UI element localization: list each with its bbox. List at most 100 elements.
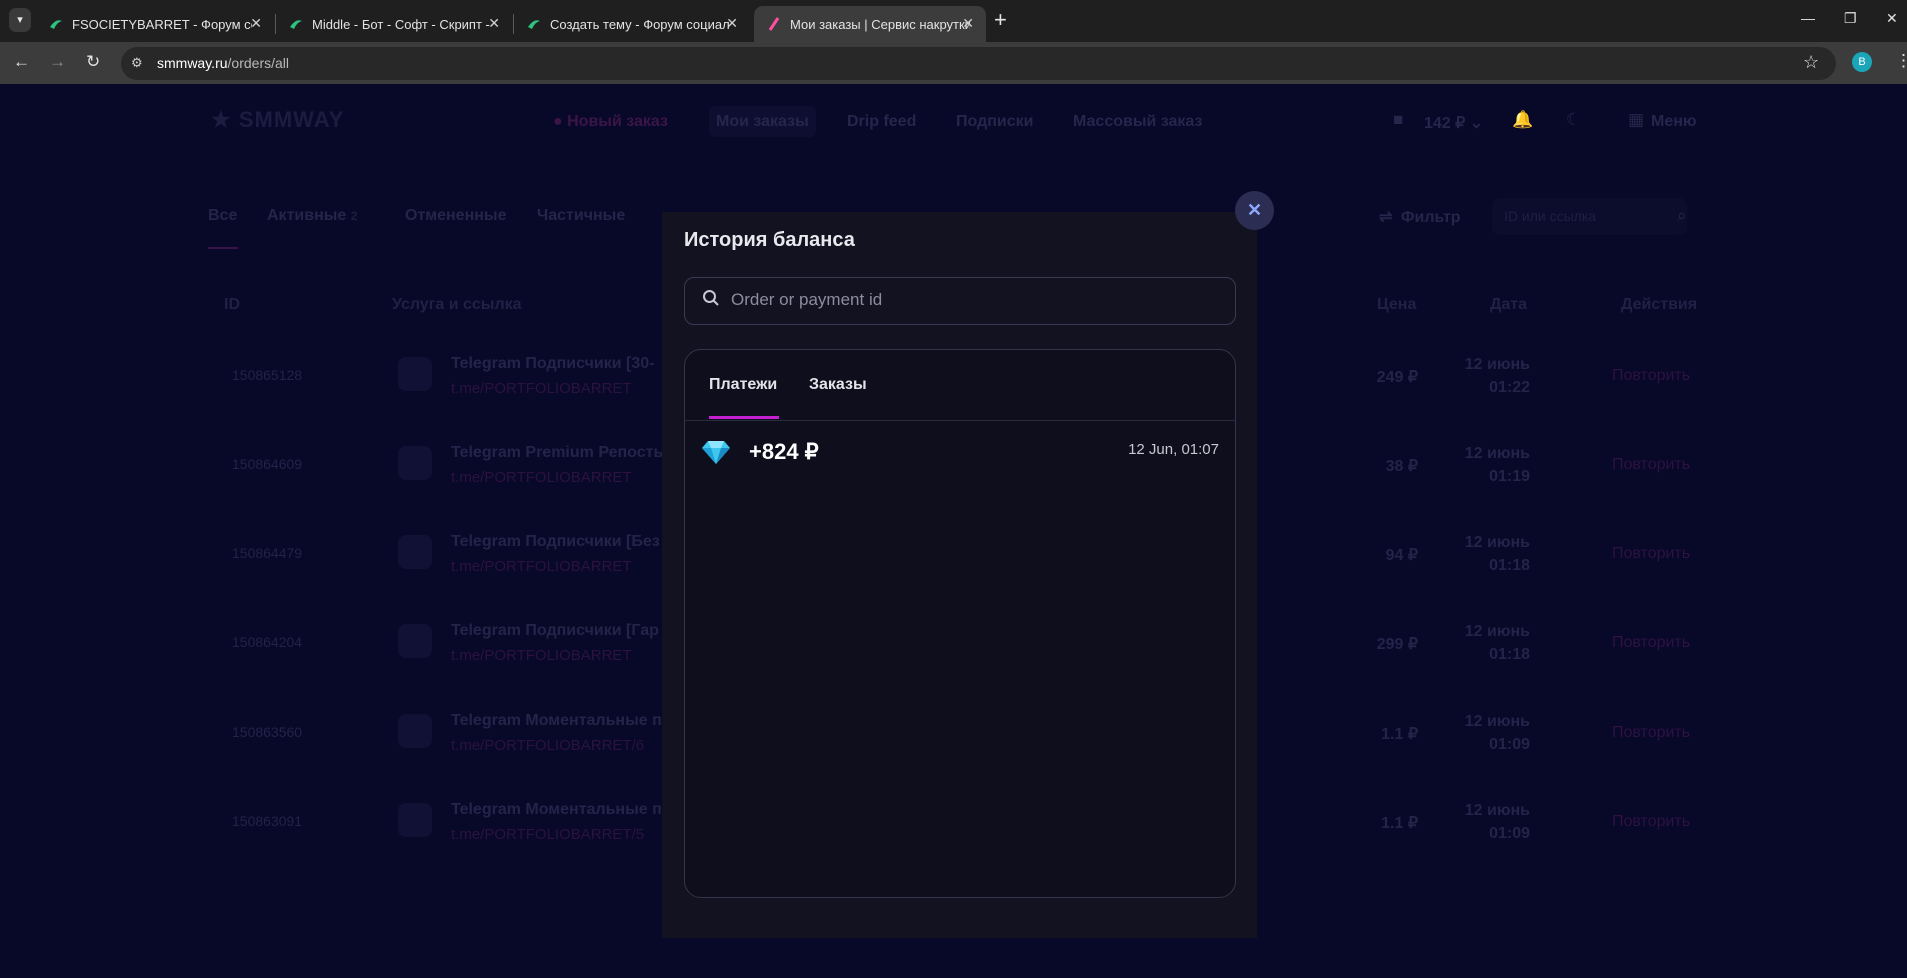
close-window-icon[interactable]: ✕ — [1886, 10, 1898, 27]
order-link[interactable]: t.me/PORTFOLIOBARRET — [451, 469, 632, 486]
tab-title: Мои заказы | Сервис накрутки — [790, 16, 970, 32]
browser-tab-1[interactable]: FSOCIETYBARRET - Форум социальной ✕ — [36, 6, 274, 42]
telegram-icon — [398, 803, 432, 837]
bell-icon[interactable]: 🔔 — [1512, 110, 1533, 130]
col-header-id: ID — [224, 296, 240, 313]
filter-tab-all[interactable]: Все — [208, 207, 237, 225]
order-price: 299 ₽ — [1376, 636, 1418, 653]
history-panel — [684, 349, 1236, 898]
moon-icon[interactable]: ☾ — [1566, 110, 1581, 130]
profile-avatar[interactable]: B — [1852, 52, 1872, 72]
bookmark-star-icon[interactable]: ☆ — [1803, 52, 1819, 73]
balance-display[interactable]: 142 ₽ ⌄ — [1424, 113, 1483, 133]
telegram-icon — [398, 357, 432, 391]
menu-label[interactable]: Меню — [1651, 113, 1697, 131]
order-id: 150865128 — [232, 367, 303, 383]
forum-icon — [288, 16, 304, 32]
order-date: 12 июнь 01:09 — [1464, 713, 1530, 753]
new-tab-icon[interactable]: + — [994, 9, 1007, 31]
minimize-icon[interactable]: — — [1801, 10, 1815, 26]
browser-tab-3[interactable]: Создать тему - Форум социальн ✕ — [514, 6, 750, 42]
filter-button[interactable]: ⇌ Фильтр — [1379, 207, 1461, 227]
order-price: 94 ₽ — [1385, 547, 1418, 564]
site-info-icon[interactable]: ⚙ — [131, 55, 143, 71]
order-price: 1.1 ₽ — [1381, 726, 1418, 743]
close-tab-icon[interactable]: ✕ — [962, 15, 974, 32]
order-link[interactable]: t.me/PORTFOLIOBARRET — [451, 380, 632, 397]
order-title: Telegram Подписчики [Гар — [451, 622, 659, 639]
restore-icon[interactable]: ❐ — [1844, 10, 1857, 27]
repeat-button[interactable]: Повторить — [1612, 724, 1690, 742]
telegram-icon — [398, 714, 432, 748]
col-header-service: Услуга и ссылка — [392, 296, 522, 313]
order-link[interactable]: t.me/PORTFOLIOBARRET — [451, 647, 632, 664]
tab-orders[interactable]: Заказы — [809, 376, 867, 394]
order-date: 12 июнь 01:18 — [1464, 623, 1530, 663]
order-date: 12 июнь 01:19 — [1464, 445, 1530, 485]
nav-mass-order[interactable]: Массовый заказ — [1073, 113, 1202, 131]
close-tab-icon[interactable]: ✕ — [250, 15, 262, 32]
close-icon: ✕ — [1246, 200, 1263, 220]
modal-title: История баланса — [684, 229, 855, 251]
browser-tab-2[interactable]: Middle - Бот - Софт - Скрипт - ✕ — [276, 6, 512, 42]
orders-search-input[interactable]: ID или ссылка — [1492, 198, 1687, 235]
col-header-date: Дата — [1490, 296, 1528, 313]
browser-tab-4-active[interactable]: Мои заказы | Сервис накрутки ✕ — [754, 6, 986, 42]
tab-title: FSOCIETYBARRET - Форум социальной — [72, 16, 252, 32]
url-text[interactable]: smmway.ru/orders/all — [157, 55, 289, 71]
tab-title: Middle - Бот - Софт - Скрипт - — [312, 16, 490, 32]
filter-tab-cancelled[interactable]: Отмененные — [405, 207, 506, 225]
search-icon — [702, 289, 720, 312]
close-tab-icon[interactable]: ✕ — [488, 15, 500, 32]
nav-drip-feed[interactable]: Drip feed — [847, 113, 916, 131]
repeat-button[interactable]: Повторить — [1612, 456, 1690, 474]
repeat-button[interactable]: Повторить — [1612, 367, 1690, 385]
order-id: 150864204 — [232, 634, 303, 650]
order-id: 150864609 — [232, 456, 303, 472]
order-id: 150864479 — [232, 545, 303, 561]
order-id: 150863091 — [232, 813, 303, 829]
repeat-button[interactable]: Повторить — [1612, 813, 1690, 831]
payment-amount: +824 ₽ — [749, 439, 819, 464]
tab-payments[interactable]: Платежи — [709, 376, 777, 394]
active-tab-indicator — [709, 416, 779, 419]
order-price: 38 ₽ — [1385, 458, 1418, 475]
filter-tab-active[interactable]: Активные 2 — [267, 207, 357, 225]
order-link[interactable]: t.me/PORTFOLIOBARRET — [451, 558, 632, 575]
site-logo[interactable]: ★ SMMWAY — [211, 107, 344, 133]
telegram-icon — [398, 535, 432, 569]
close-tab-icon[interactable]: ✕ — [726, 15, 738, 32]
order-title: Telegram Моментальные п — [451, 712, 662, 729]
forward-arrow-icon[interactable]: → — [49, 52, 66, 72]
address-bar[interactable] — [121, 47, 1836, 80]
repeat-button[interactable]: Повторить — [1612, 545, 1690, 563]
payment-date: 12 Jun, 01:07 — [1128, 441, 1219, 458]
telegram-icon — [398, 624, 432, 658]
order-title: Telegram Моментальные п — [451, 801, 662, 818]
forum-icon — [526, 16, 542, 32]
repeat-button[interactable]: Повторить — [1612, 634, 1690, 652]
filter-tab-partial[interactable]: Частичные — [537, 207, 625, 225]
nav-subscriptions[interactable]: Подписки — [956, 113, 1033, 131]
search-placeholder: Order or payment id — [731, 290, 883, 309]
telegram-premium-icon — [398, 446, 432, 480]
wallet-icon: ■ — [1393, 110, 1404, 129]
tab-search-icon[interactable]: ▾ — [9, 8, 31, 32]
forum-icon — [48, 16, 64, 32]
order-link[interactable]: t.me/PORTFOLIOBARRET/5 — [451, 826, 644, 843]
order-title: Telegram Подписчики [30- — [451, 355, 655, 372]
browser-menu-icon[interactable]: ⋮ — [1895, 51, 1907, 71]
grid-menu-icon[interactable]: ▦ — [1628, 110, 1644, 130]
order-link[interactable]: t.me/PORTFOLIOBARRET/6 — [451, 737, 644, 754]
search-icon[interactable]: ⌕ — [1677, 206, 1687, 226]
order-date: 12 июнь 01:09 — [1464, 802, 1530, 842]
reload-icon[interactable]: ↻ — [86, 52, 100, 72]
tab-title: Создать тему - Форум социальн — [550, 16, 730, 32]
order-price: 249 ₽ — [1376, 369, 1418, 386]
col-header-actions: Действия — [1621, 296, 1698, 313]
nav-new-order[interactable]: ● Новый заказ — [553, 113, 668, 131]
diamond-icon — [701, 436, 731, 466]
back-arrow-icon[interactable]: ← — [13, 52, 30, 72]
close-modal-button[interactable]: ✕ — [1235, 191, 1274, 230]
nav-my-orders[interactable]: Мои заказы — [716, 113, 809, 131]
